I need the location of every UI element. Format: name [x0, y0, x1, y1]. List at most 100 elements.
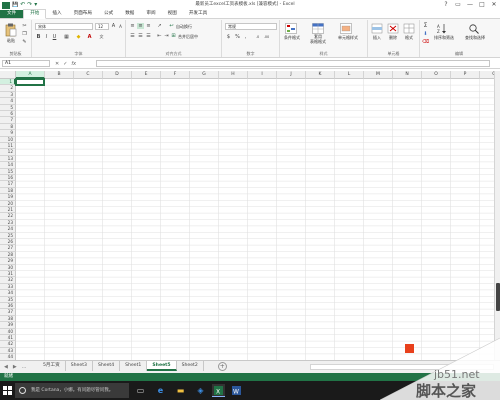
clear-icon[interactable]: ⌫ [422, 39, 429, 45]
column-header[interactable]: O [422, 71, 451, 79]
sheet-tab-sheet5[interactable]: Sheet5 [147, 361, 177, 371]
ribbon-display-button[interactable]: ▭ [452, 0, 464, 10]
store-icon[interactable]: ◈ [194, 384, 207, 397]
merge-center-button[interactable]: 合并后居中 [178, 34, 198, 39]
horizontal-scrollbar[interactable] [310, 364, 494, 370]
worksheet-grid[interactable]: ABCDEFGHIJKLMNOPQ 1234567891011121314151… [0, 71, 494, 360]
enter-icon[interactable]: ✓ [63, 61, 67, 67]
maximize-button[interactable]: □ [476, 0, 488, 10]
edge-icon[interactable]: e [154, 384, 167, 397]
help-button[interactable]: ? [440, 0, 452, 10]
tab-developer[interactable]: 开发工具 [183, 10, 213, 18]
save-icon[interactable]: 💾 [12, 0, 18, 10]
sheet-tab-sheet1[interactable]: Sheet1 [120, 361, 148, 371]
bold-button[interactable]: B [35, 34, 42, 40]
percent-button[interactable]: % [234, 34, 241, 40]
grow-font-button[interactable]: A [110, 23, 117, 29]
column-header[interactable]: K [306, 71, 335, 79]
tab-file[interactable]: 文件 [0, 10, 24, 18]
format-painter-icon[interactable]: ✎ [21, 39, 28, 45]
insert-function-icon[interactable]: fx [71, 61, 76, 67]
active-cell[interactable] [15, 78, 45, 86]
wrap-text-button[interactable]: 自动换行 [176, 24, 192, 29]
font-size-select[interactable]: 12 [95, 23, 109, 30]
column-header[interactable]: G [190, 71, 219, 79]
comma-button[interactable]: , [242, 34, 249, 40]
wrap-text-icon[interactable]: ↩ [168, 23, 175, 29]
number-format-select[interactable]: 常规 [225, 23, 277, 30]
prev-sheet-button[interactable]: ◀ [4, 363, 8, 371]
column-header[interactable]: P [451, 71, 480, 79]
minimize-button[interactable]: — [464, 0, 476, 10]
phonetic-icon[interactable]: 文 [98, 34, 105, 40]
tab-insert[interactable]: 插入 [46, 10, 67, 18]
tab-home[interactable]: 开始 [23, 9, 47, 19]
task-view-icon[interactable]: ▭ [134, 384, 147, 397]
sheet-tab-sheet4[interactable]: Sheet4 [92, 361, 121, 371]
column-header[interactable]: D [103, 71, 132, 79]
autosum-button[interactable]: Σ [422, 23, 429, 29]
fill-color-icon[interactable]: ◆ [75, 34, 82, 40]
vertical-scrollbar[interactable] [494, 71, 500, 360]
decrease-indent-icon[interactable]: ⇤ [156, 33, 163, 39]
orientation-icon[interactable]: ↗ [156, 23, 163, 29]
align-top-icon[interactable]: ≡ [129, 23, 136, 29]
find-select-button[interactable] [468, 23, 480, 34]
excel-taskbar-icon[interactable]: X [212, 384, 225, 397]
sheet-tab-sheet2[interactable]: Sheet2 [176, 361, 204, 371]
border-icon[interactable]: ▦ [63, 34, 70, 40]
italic-button[interactable]: I [43, 34, 50, 40]
next-sheet-button[interactable]: ▶ [13, 363, 17, 371]
cancel-icon[interactable]: ✕ [55, 61, 59, 67]
fill-icon[interactable]: ⬇ [422, 31, 429, 37]
tab-data[interactable]: 数据 [119, 10, 140, 18]
align-right-icon[interactable]: ☰ [145, 33, 152, 39]
column-header[interactable]: E [132, 71, 161, 79]
column-header[interactable]: J [277, 71, 306, 79]
vertical-scroll-thumb[interactable] [496, 283, 500, 311]
cell-styles-button[interactable] [340, 23, 352, 34]
delete-cells-button[interactable] [387, 23, 399, 34]
increase-decimal-icon[interactable]: .0 [254, 34, 261, 40]
column-header[interactable]: C [74, 71, 103, 79]
align-left-icon[interactable]: ☰ [129, 33, 136, 39]
column-header[interactable]: B [45, 71, 74, 79]
sheet-tab-sheet3[interactable]: Sheet3 [65, 361, 93, 371]
copy-icon[interactable]: ❐ [21, 31, 28, 37]
shrink-font-button[interactable]: A [117, 24, 124, 30]
column-header[interactable]: L [335, 71, 364, 79]
tab-formulas[interactable]: 公式 [98, 10, 119, 18]
font-name-select[interactable]: 宋体 [35, 23, 93, 30]
column-header[interactable]: Q [480, 71, 494, 79]
decrease-decimal-icon[interactable]: .00 [263, 34, 270, 40]
sheet-tab-may-salary[interactable]: 5月工资 [38, 361, 66, 371]
align-center-icon[interactable]: ☰ [137, 33, 144, 39]
sort-filter-button[interactable]: AZ [437, 23, 449, 34]
formula-input[interactable] [96, 60, 490, 67]
word-taskbar-icon[interactable]: W [230, 384, 243, 397]
column-header[interactable]: N [393, 71, 422, 79]
font-color-icon[interactable]: A [86, 34, 93, 40]
align-bottom-icon[interactable]: ≡ [145, 23, 152, 29]
merge-center-icon[interactable]: ⊞ [170, 33, 177, 39]
conditional-format-button[interactable] [285, 23, 297, 34]
increase-indent-icon[interactable]: ⇥ [163, 33, 170, 39]
start-button[interactable] [2, 384, 13, 397]
add-sheet-button[interactable]: + [217, 362, 227, 371]
more-sheets-button[interactable]: ... [22, 363, 27, 371]
column-header[interactable]: F [161, 71, 190, 79]
column-header[interactable]: H [219, 71, 248, 79]
file-explorer-icon[interactable]: ▬ [174, 384, 187, 397]
tab-view[interactable]: 视图 [162, 10, 183, 18]
insert-cells-button[interactable] [371, 23, 383, 34]
column-header[interactable]: I [248, 71, 277, 79]
cell-area[interactable] [15, 78, 494, 360]
underline-button[interactable]: U [51, 34, 58, 40]
select-all-button[interactable] [0, 71, 16, 79]
cortana-search-box[interactable]: 我是 Cortana，小娜。有问题尽管问我。 [15, 383, 129, 398]
column-header[interactable]: M [364, 71, 393, 79]
format-as-table-button[interactable] [312, 23, 324, 34]
currency-button[interactable]: $ [225, 34, 232, 40]
format-cells-button[interactable] [403, 23, 415, 34]
tab-page-layout[interactable]: 页面布局 [68, 10, 98, 18]
